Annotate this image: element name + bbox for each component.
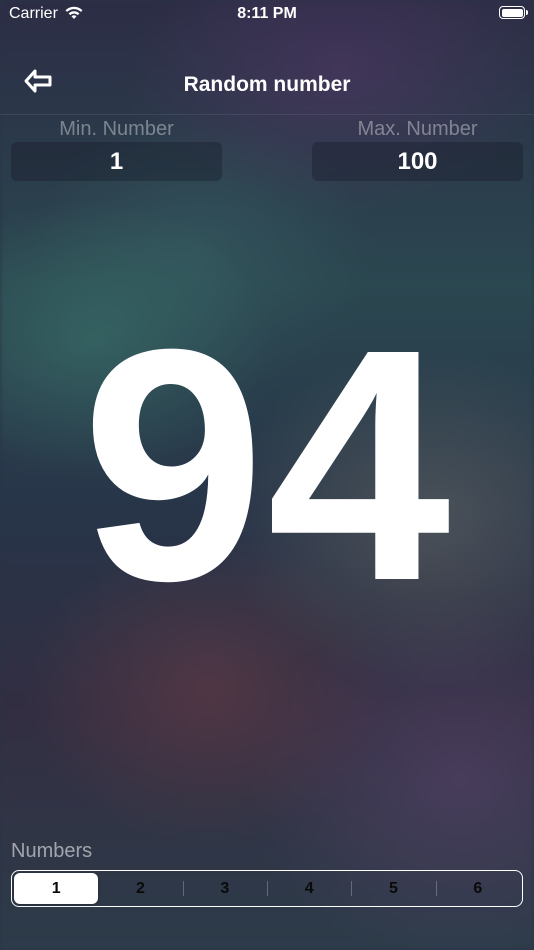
status-bar: Carrier 8:11 PM <box>0 0 534 28</box>
numbers-segment-6[interactable]: 6 <box>435 873 520 904</box>
numbers-segment-5[interactable]: 5 <box>351 873 435 904</box>
numbers-segmented-control: 1 2 3 4 5 6 <box>11 870 523 907</box>
numbers-label: Numbers <box>11 840 93 862</box>
battery-icon <box>499 6 528 19</box>
random-result[interactable]: 94 <box>0 300 534 630</box>
screen: Carrier 8:11 PM Random number Min. Numbe… <box>0 0 534 950</box>
page-title: Random number <box>183 73 351 96</box>
status-time: 8:11 PM <box>237 5 297 22</box>
numbers-segment-4[interactable]: 4 <box>266 873 351 904</box>
navigation-bar: Random number <box>0 56 534 115</box>
max-number-label: Max. Number <box>357 118 478 140</box>
numbers-segment-3[interactable]: 3 <box>182 873 267 904</box>
max-number-field[interactable]: 100 <box>312 142 523 181</box>
min-number-field[interactable]: 1 <box>11 142 222 181</box>
min-number-label: Min. Number <box>59 118 174 140</box>
numbers-segment-2[interactable]: 2 <box>98 873 182 904</box>
numbers-segment-1[interactable]: 1 <box>14 873 99 904</box>
